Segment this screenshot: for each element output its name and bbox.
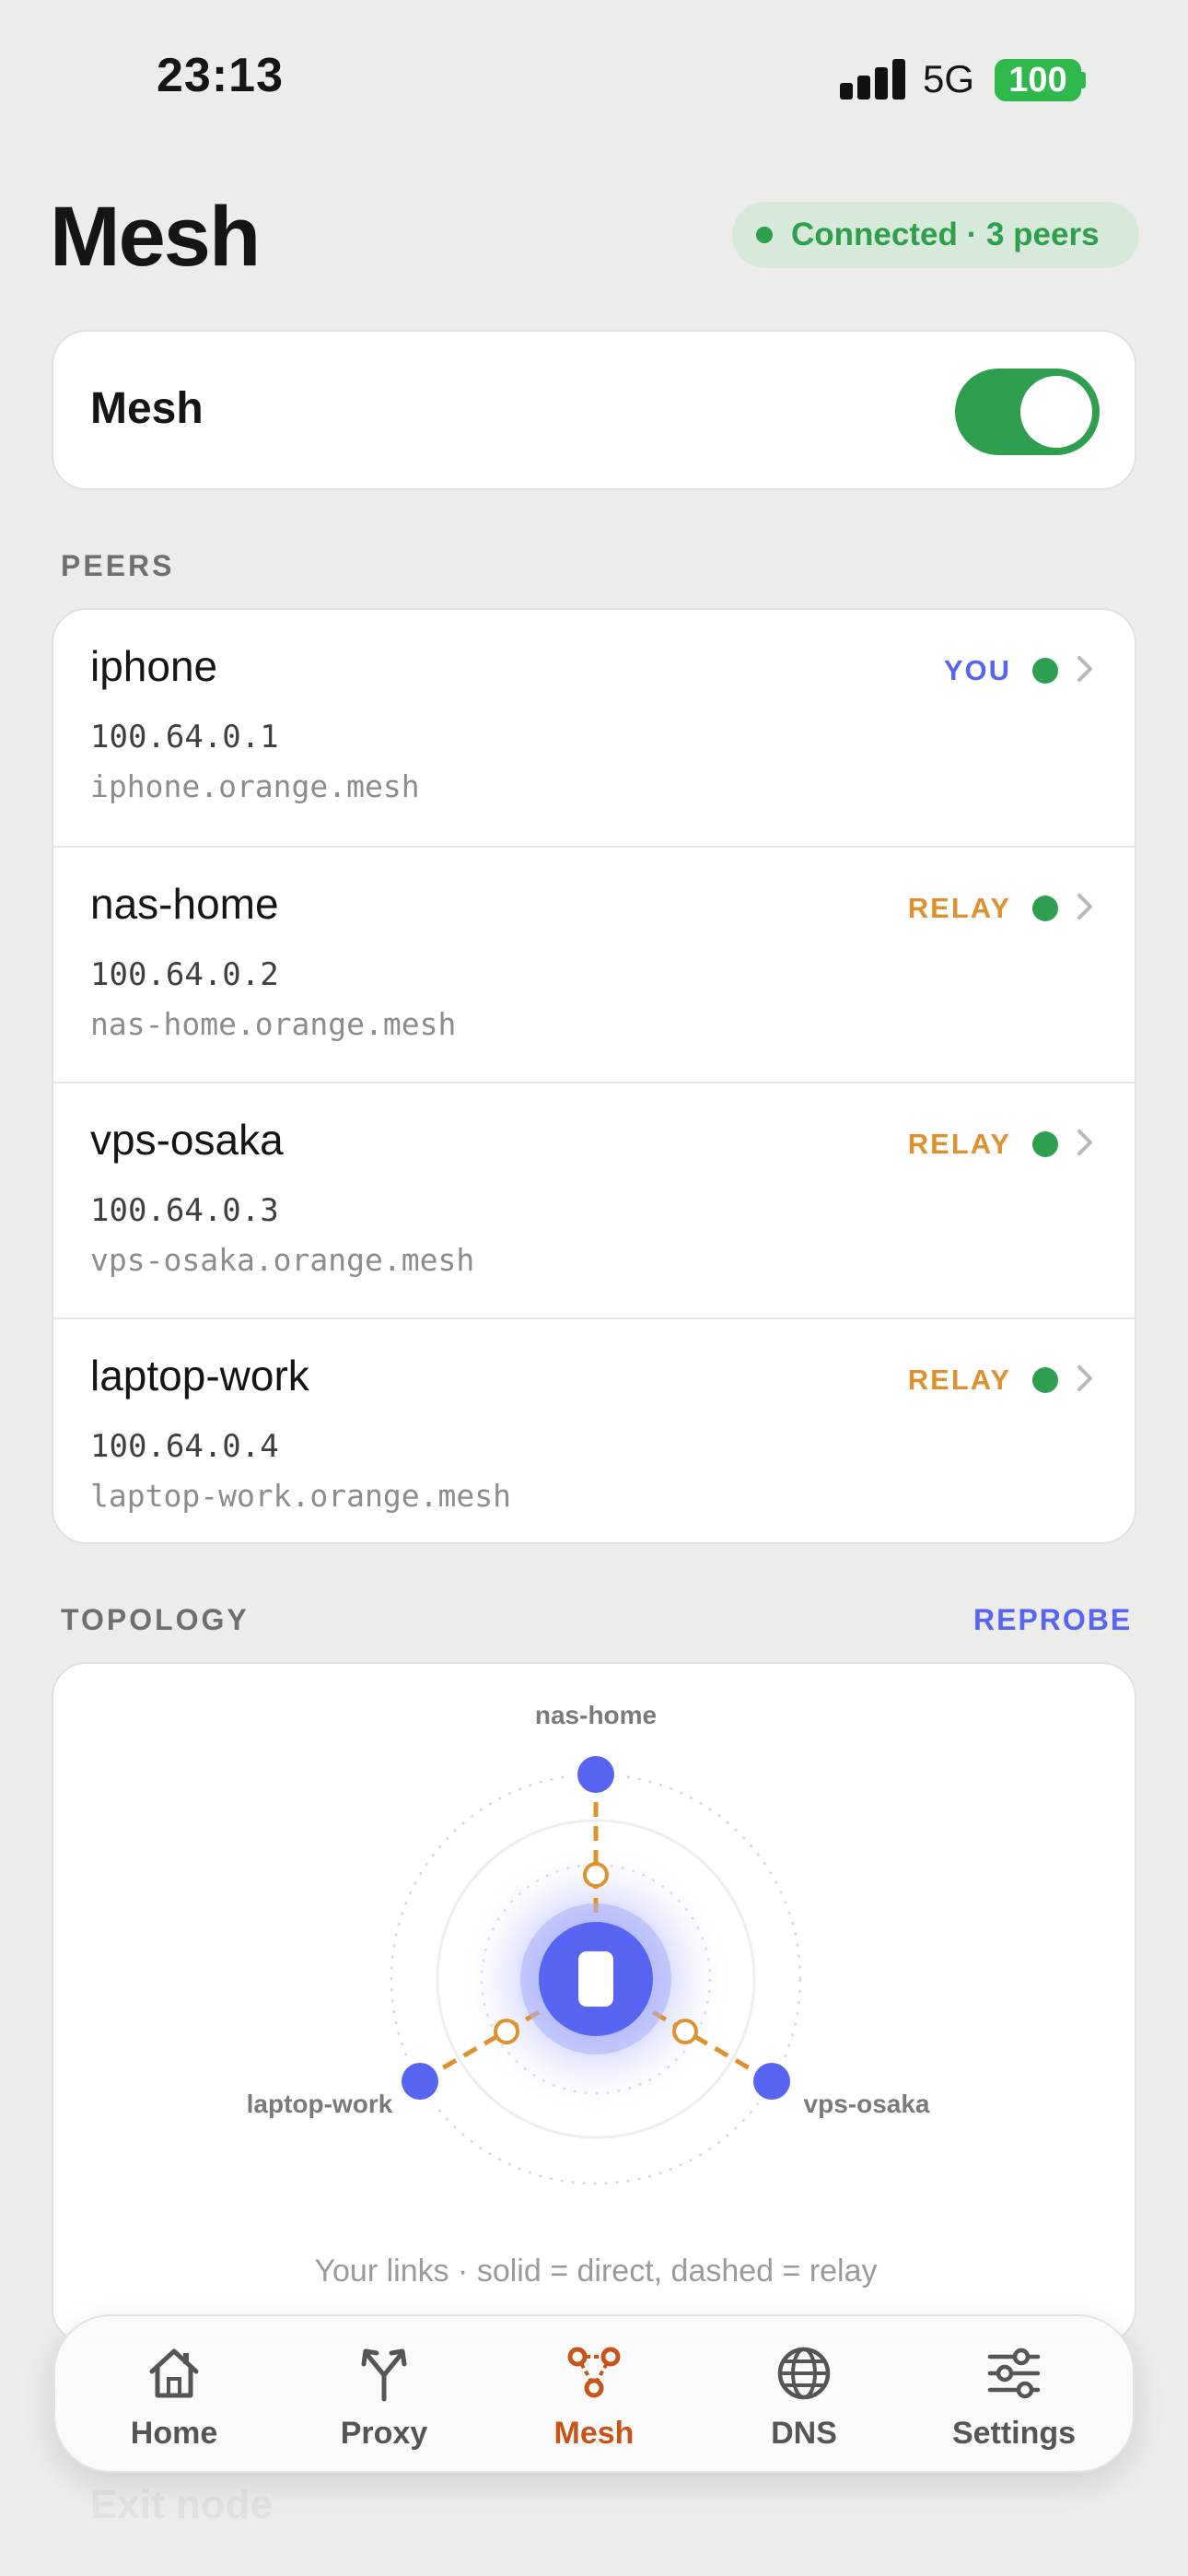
peer-name: laptop-work xyxy=(90,1352,309,1399)
online-dot-icon xyxy=(1032,896,1058,921)
mesh-network-icon xyxy=(567,2347,621,2398)
peer-hostname: iphone.orange.mesh xyxy=(90,768,420,804)
relay-hop-icon xyxy=(583,1862,609,1888)
cellular-signal-icon xyxy=(840,59,905,100)
battery-tip xyxy=(1081,72,1086,88)
tab-label: Mesh xyxy=(553,2416,635,2451)
peer-row-laptop-work[interactable]: laptop-work 100.64.0.4 laptop-work.orang… xyxy=(53,1317,1135,1542)
tab-home[interactable]: Home xyxy=(69,2316,279,2475)
tab-bar: Home Proxy Mesh DNS Settings xyxy=(53,2314,1135,2473)
phone-icon xyxy=(578,1951,613,2007)
peer-ip: 100.64.0.3 xyxy=(90,1192,279,1229)
topology-node-label: vps-osaka xyxy=(803,2090,930,2118)
reprobe-button[interactable]: REPROBE xyxy=(973,1603,1132,1637)
online-dot-icon xyxy=(1032,1131,1058,1157)
topology-card: nas-home laptop-work vps-osaka Your link… xyxy=(52,1662,1136,2344)
peer-hostname: laptop-work.orange.mesh xyxy=(90,1478,511,1514)
tab-mesh[interactable]: Mesh xyxy=(489,2316,699,2475)
tab-proxy[interactable]: Proxy xyxy=(279,2316,489,2475)
tab-settings[interactable]: Settings xyxy=(909,2316,1119,2475)
house-icon xyxy=(149,2348,199,2398)
peer-row-nas-home[interactable]: nas-home 100.64.0.2 nas-home.orange.mesh… xyxy=(53,846,1135,1082)
peer-node-laptop-work[interactable] xyxy=(402,2063,438,2100)
chevron-right-icon xyxy=(1077,1365,1092,1391)
fork-arrow-icon xyxy=(361,2348,407,2402)
peer-node-vps-osaka[interactable] xyxy=(753,2063,790,2100)
peer-row-iphone[interactable]: iphone 100.64.0.1 iphone.orange.mesh YOU xyxy=(53,610,1135,846)
peer-ip: 100.64.0.2 xyxy=(90,956,279,993)
globe-icon xyxy=(777,2347,831,2400)
status-bar: 23:13 5G 100 xyxy=(0,0,1188,138)
peer-hostname: nas-home.orange.mesh xyxy=(90,1006,457,1042)
tab-label: DNS xyxy=(771,2416,837,2451)
topology-node-label: nas-home xyxy=(534,1701,658,1729)
online-dot-icon xyxy=(1032,658,1058,684)
tab-label: Home xyxy=(130,2416,218,2451)
tab-label: Settings xyxy=(951,2416,1077,2451)
status-time: 23:13 xyxy=(157,49,284,102)
chevron-right-icon xyxy=(1077,1130,1092,1155)
relay-hop-icon xyxy=(494,2019,519,2044)
tab-dns[interactable]: DNS xyxy=(699,2316,909,2475)
peer-hostname: vps-osaka.orange.mesh xyxy=(90,1242,475,1278)
peers-list: iphone 100.64.0.1 iphone.orange.mesh YOU… xyxy=(52,608,1136,1544)
chevron-right-icon xyxy=(1077,656,1092,682)
connection-status-text: Connected · 3 peers xyxy=(791,217,1100,252)
peer-tag: RELAY xyxy=(907,1364,1011,1396)
peer-ip: 100.64.0.1 xyxy=(90,719,279,755)
topology-node-label: laptop-work xyxy=(246,2090,393,2118)
relay-hop-icon xyxy=(672,2019,698,2044)
topology-diagram xyxy=(390,1749,802,2185)
peer-name: nas-home xyxy=(90,880,279,928)
battery-icon: 100 xyxy=(995,59,1081,101)
tab-label: Proxy xyxy=(340,2416,428,2451)
peer-ip: 100.64.0.4 xyxy=(90,1428,279,1465)
peer-tag: RELAY xyxy=(907,1128,1011,1160)
page-title: Mesh xyxy=(50,190,261,284)
connection-status-badge: Connected · 3 peers xyxy=(732,202,1139,268)
peer-tag: RELAY xyxy=(907,892,1011,924)
status-dot-icon xyxy=(756,227,773,243)
peer-row-vps-osaka[interactable]: vps-osaka 100.64.0.3 vps-osaka.orange.me… xyxy=(53,1082,1135,1317)
topology-legend-caption: Your links · solid = direct, dashed = re… xyxy=(314,2254,878,2289)
online-dot-icon xyxy=(1032,1367,1058,1393)
peer-tag: YOU xyxy=(943,654,1011,686)
network-type: 5G xyxy=(923,57,975,100)
peer-node-nas-home[interactable] xyxy=(577,1756,614,1793)
topology-section-label: TOPOLOGY xyxy=(61,1603,250,1636)
peer-name: iphone xyxy=(90,642,218,690)
chevron-right-icon xyxy=(1077,894,1092,919)
exit-node-heading: Exit node xyxy=(90,2482,274,2527)
sliders-icon xyxy=(987,2348,1041,2399)
mesh-toggle-label: Mesh xyxy=(90,384,204,433)
toggle-knob xyxy=(1020,376,1092,448)
mesh-toggle-card: Mesh xyxy=(52,330,1136,490)
peer-name: vps-osaka xyxy=(90,1116,284,1164)
mesh-screen: 23:13 5G 100 Mesh Connected · 3 peers Me… xyxy=(0,0,1188,2576)
peers-section-label: PEERS xyxy=(61,549,175,582)
mesh-toggle-switch[interactable] xyxy=(955,369,1100,455)
